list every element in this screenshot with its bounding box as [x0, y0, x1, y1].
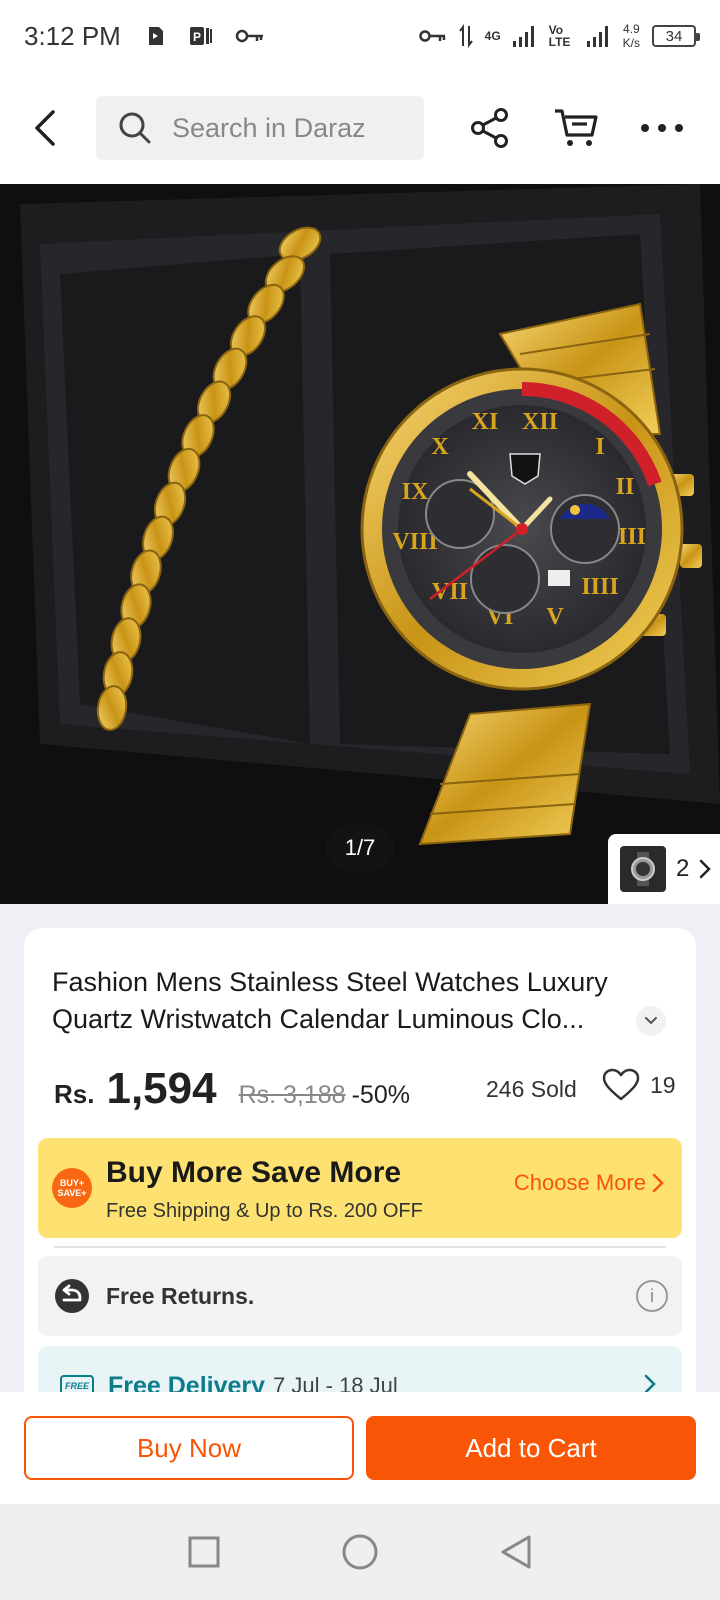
original-price: Rs. 3,188 — [238, 1081, 346, 1109]
back-triangle-icon[interactable] — [499, 1534, 533, 1570]
currency-label: Rs. — [54, 1079, 95, 1109]
watch-bracelet-photo: XII I II III IIII V VI VII VIII IX X XI — [0, 184, 720, 904]
cloud-sync-icon — [148, 27, 163, 45]
watch-icon — [631, 852, 655, 886]
more-horizontal-icon — [641, 124, 683, 132]
price-row: Rs. 1,594 Rs. 3,188 -50% — [54, 1064, 674, 1120]
network-speed-unit: K/s — [622, 36, 640, 50]
product-screen: 3:12 PM P 4G Vo LTE 4.9 K/s 34 Search in… — [0, 0, 720, 1600]
choose-more-label: Choose More — [513, 1170, 646, 1195]
expand-title-button[interactable] — [636, 1006, 666, 1036]
svg-text:XI: XI — [472, 409, 499, 435]
sold-count: 246 Sold — [486, 1076, 577, 1102]
signal-icon — [512, 26, 534, 47]
chevron-left-icon — [35, 110, 55, 146]
svg-text:IIII: IIII — [581, 574, 618, 600]
svg-text:IX: IX — [402, 479, 429, 505]
svg-text:V: V — [546, 604, 564, 630]
battery-icon: 34 — [652, 25, 700, 47]
data-transfer-icon — [458, 24, 473, 48]
variant-count: 2 — [676, 855, 690, 882]
recents-square-icon[interactable] — [187, 1535, 221, 1569]
svg-text:X: X — [431, 434, 449, 460]
current-price: 1,594 — [106, 1064, 217, 1113]
promo-title: Buy More Save More — [106, 1156, 402, 1189]
chevron-right-icon — [644, 1374, 656, 1394]
chevron-right-icon — [652, 1173, 664, 1193]
status-right: 4G Vo LTE 4.9 K/s 34 — [418, 22, 700, 50]
wishlist-button[interactable]: 19 — [602, 1068, 676, 1102]
share-icon — [471, 108, 508, 148]
search-placeholder: Search in Daraz — [172, 112, 366, 143]
network-4g-label: 4G — [484, 29, 501, 43]
buy-now-button[interactable]: Buy Now — [24, 1416, 354, 1480]
network-speed: 4.9 K/s — [623, 22, 640, 50]
discount-badge: -50% — [351, 1081, 410, 1109]
back-button[interactable] — [20, 98, 80, 158]
free-returns-label: Free Returns. — [106, 1282, 255, 1309]
heart-icon — [602, 1068, 640, 1101]
volte-label: Vo LTE — [548, 23, 571, 49]
image-counter: 1/7 — [326, 824, 394, 872]
status-notification-icons: P — [145, 23, 265, 49]
status-bar: 3:12 PM P 4G Vo LTE 4.9 K/s 34 — [0, 0, 720, 72]
presentation-icon: P — [189, 27, 212, 45]
product-title[interactable]: Fashion Mens Stainless Steel Watches Lux… — [52, 964, 652, 1038]
wishlist-count: 19 — [650, 1071, 676, 1098]
top-bar: Search in Daraz — [0, 72, 720, 184]
variant-thumbnail — [620, 846, 666, 892]
svg-text:P: P — [193, 30, 201, 44]
svg-text:III: III — [618, 524, 646, 550]
status-time: 3:12 PM — [24, 20, 121, 51]
vpn-key-icon — [418, 30, 445, 42]
cart-button[interactable] — [548, 100, 604, 156]
chevron-right-icon — [700, 859, 712, 879]
signal-icon-2 — [586, 26, 608, 47]
divider — [54, 1246, 666, 1248]
choose-more-link[interactable]: Choose More — [514, 1170, 664, 1196]
return-arrow-icon — [55, 1279, 89, 1313]
add-to-cart-button[interactable]: Add to Cart — [366, 1416, 696, 1480]
bottom-action-bar: Buy Now Add to Cart — [0, 1392, 720, 1504]
free-returns-row[interactable]: Free Returns. i — [38, 1256, 682, 1336]
network-speed-value: 4.9 — [622, 22, 640, 36]
svg-text:XII: XII — [522, 409, 558, 435]
home-circle-icon[interactable] — [341, 1533, 379, 1571]
share-button[interactable] — [462, 100, 518, 156]
search-input[interactable]: Search in Daraz — [96, 96, 424, 160]
more-options-button[interactable] — [634, 100, 690, 156]
search-icon — [119, 112, 151, 144]
battery-level: 34 — [665, 27, 683, 45]
cart-icon — [555, 109, 598, 146]
info-icon[interactable]: i — [636, 1280, 668, 1312]
product-image-carousel[interactable]: XII I II III IIII V VI VII VIII IX X XI — [0, 184, 720, 904]
svg-text:I: I — [595, 434, 604, 460]
variant-thumbnails-button[interactable]: 2 — [608, 834, 720, 904]
system-navigation-bar — [0, 1504, 720, 1600]
key-icon — [235, 29, 263, 43]
chevron-down-icon — [645, 1017, 657, 1025]
buy-save-badge-icon: BUY+ SAVE+ — [52, 1168, 92, 1208]
buy-more-save-more-banner[interactable]: BUY+ SAVE+ Buy More Save More Free Shipp… — [38, 1138, 682, 1238]
svg-text:II: II — [616, 474, 635, 500]
promo-subtitle: Free Shipping & Up to Rs. 200 OFF — [106, 1200, 423, 1222]
